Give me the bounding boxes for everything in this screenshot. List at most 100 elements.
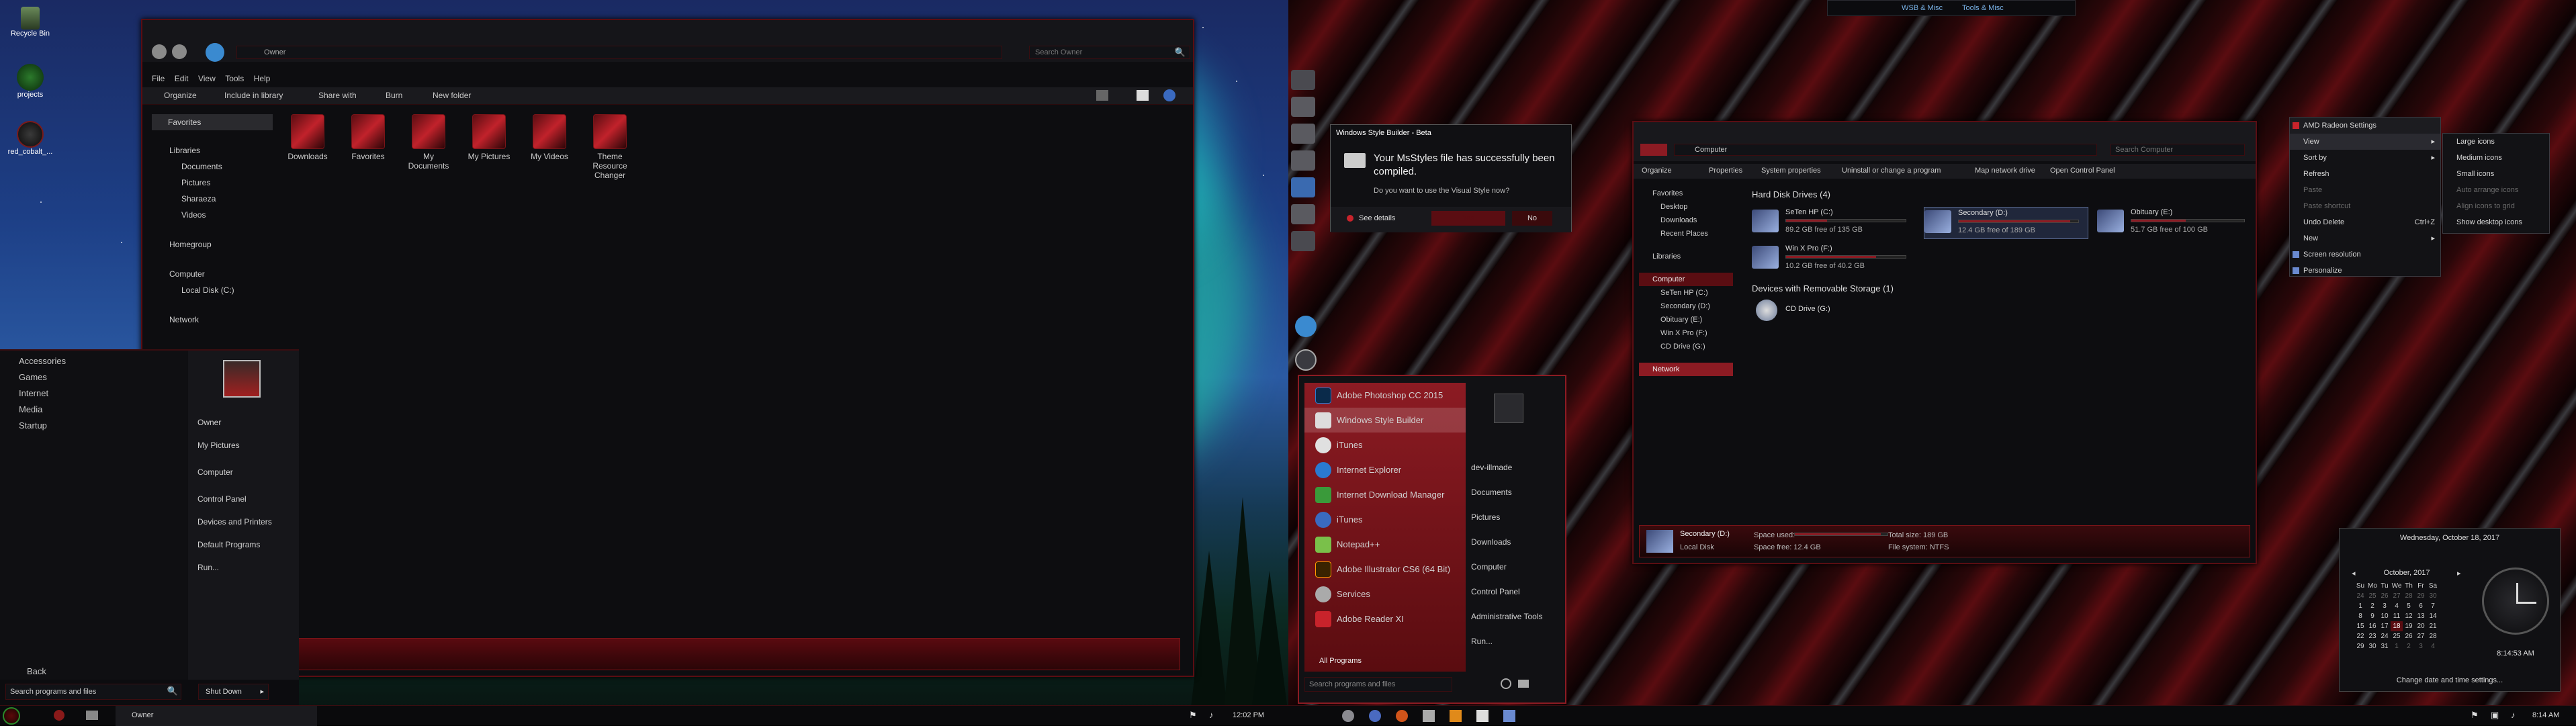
calendar-day[interactable]: 2 [2366, 601, 2379, 611]
calendar-month[interactable]: October, 2017 [2360, 569, 2454, 577]
up-button[interactable] [206, 43, 224, 62]
menu-help[interactable]: Help [254, 74, 277, 83]
calendar-day[interactable]: 23 [2366, 631, 2379, 641]
calendar-day[interactable]: 12 [2403, 611, 2415, 621]
calendar-day[interactable]: 27 [2391, 591, 2403, 601]
network-icon[interactable]: ⚑ [1189, 710, 1197, 721]
taskbar-button-owner[interactable]: Owner [116, 706, 317, 726]
ctx-amd-settings[interactable]: AMD Radeon Settings [2290, 118, 2440, 134]
calendar-day[interactable]: 7 [2427, 601, 2439, 611]
organize-button[interactable]: Organize [1642, 167, 1672, 175]
expand-details-icon[interactable] [1347, 215, 1353, 222]
calendar-day[interactable]: 21 [2427, 621, 2439, 631]
address-bar[interactable]: Owner [236, 46, 1002, 59]
nav-computer[interactable]: Computer [152, 266, 273, 282]
calendar-day[interactable]: 15 [2354, 621, 2366, 631]
program-idm[interactable]: Internet Download Manager [1304, 482, 1466, 507]
calendar-day[interactable]: 2 [2403, 641, 2415, 651]
nav-pictures[interactable]: Pictures [152, 175, 273, 191]
properties-button[interactable]: Properties [1709, 167, 1742, 175]
calendar-day[interactable]: 28 [2427, 631, 2439, 641]
link-devices-printers[interactable]: Devices and Printers [197, 510, 272, 533]
address-bar[interactable]: Computer [1674, 144, 2097, 156]
calendar-day[interactable]: 25 [2391, 631, 2403, 641]
new-folder-button[interactable]: New folder [425, 87, 479, 103]
help-icon[interactable] [1163, 89, 1175, 101]
calendar-day[interactable]: 1 [2354, 601, 2366, 611]
taskbar-icon[interactable] [1369, 710, 1381, 722]
user-avatar[interactable] [1494, 394, 1523, 423]
link-my-pictures[interactable]: My Pictures [197, 434, 272, 457]
shutdown-options-icon[interactable] [1518, 680, 1529, 688]
calendar-day[interactable]: 29 [2354, 641, 2366, 651]
program-photoshop[interactable]: Adobe Photoshop CC 2015 [1304, 383, 1466, 408]
program-services[interactable]: Services [1304, 582, 1466, 606]
share-with-button[interactable]: Share with [310, 87, 365, 103]
drive-tile-d[interactable]: Secondary (D:) 12.4 GB free of 189 GB [1924, 207, 2088, 239]
see-details-link[interactable]: See details [1359, 214, 1395, 222]
calendar-day[interactable]: 4 [2427, 641, 2439, 651]
clock[interactable]: 8:14 AM [2532, 711, 2559, 719]
calendar-day[interactable]: 27 [2415, 631, 2427, 641]
nav-drive-g[interactable]: CD Drive (G:) [1639, 340, 1733, 353]
volume-icon[interactable]: ♪ [2511, 710, 2516, 720]
calendar-day[interactable]: 18 [2391, 621, 2403, 631]
calendar-day[interactable]: 5 [2403, 601, 2415, 611]
search-icon[interactable]: 🔍 [1175, 47, 1186, 58]
program-adobe-reader[interactable]: Adobe Reader XI [1304, 606, 1466, 631]
calendar-day[interactable]: 16 [2366, 621, 2379, 631]
style-builder-dialog[interactable]: Windows Style Builder - Beta Your MsStyl… [1330, 124, 1572, 232]
drive-tile-f[interactable]: Win X Pro (F:) 10.2 GB free of 40.2 GB [1752, 243, 1920, 275]
nav-downloads[interactable]: Downloads [1639, 214, 1733, 227]
search-box[interactable]: Search Computer [2111, 144, 2245, 156]
chrome-icon[interactable] [54, 710, 64, 721]
link-pictures[interactable]: Pictures [1471, 505, 1543, 530]
nav-desktop[interactable]: Desktop [1639, 200, 1733, 214]
calendar-day[interactable]: 10 [2379, 611, 2391, 621]
calendar-day[interactable]: 22 [2354, 631, 2366, 641]
program-games[interactable]: Games [0, 369, 188, 385]
link-run[interactable]: Run... [1471, 629, 1543, 654]
menu-view[interactable]: View [198, 74, 222, 83]
ctx-personalize[interactable]: Personalize [2290, 263, 2440, 279]
ctx-screen-resolution[interactable]: Screen resolution [2290, 246, 2440, 263]
desktop-icon-projects[interactable]: projects [7, 64, 54, 99]
view-options-icon[interactable] [1096, 90, 1108, 101]
nav-homegroup[interactable]: Homegroup [152, 236, 273, 253]
open-control-panel-button[interactable]: Open Control Panel [2050, 167, 2115, 175]
submenu-align-to-grid[interactable]: Align icons to grid [2443, 198, 2549, 214]
start-orb[interactable] [3, 707, 20, 725]
ctx-sort-by[interactable]: Sort by ▸ [2290, 150, 2440, 166]
taskbar-icon[interactable] [1396, 710, 1408, 722]
calendar-day[interactable]: 11 [2391, 611, 2403, 621]
taskbar-icon[interactable] [1503, 710, 1515, 722]
calendar-day[interactable]: 29 [2415, 591, 2427, 601]
program-accessories[interactable]: Accessories [0, 351, 188, 369]
computer-window[interactable]: Computer Search Computer Organize Proper… [1632, 121, 2257, 564]
menu-tools[interactable]: Tools [225, 74, 251, 83]
taskbar-icon[interactable] [1476, 710, 1489, 722]
previous-month-icon[interactable]: ◂ [2352, 569, 2356, 578]
calendar-day[interactable]: 13 [2415, 611, 2427, 621]
shutdown-options-icon[interactable]: ▸ [260, 687, 264, 696]
submenu-medium-icons[interactable]: Medium icons [2443, 150, 2549, 166]
dock-icon[interactable] [1291, 124, 1315, 144]
flag-icon[interactable]: ⚑ [2471, 710, 2479, 721]
user-avatar[interactable] [223, 360, 261, 398]
calendar-day[interactable]: 4 [2391, 601, 2403, 611]
link-default-programs[interactable]: Default Programs [197, 533, 272, 556]
calendar-day[interactable]: 1 [2391, 641, 2403, 651]
dock-icon[interactable] [1291, 70, 1315, 90]
back-button[interactable]: Back [27, 666, 46, 676]
menu-file[interactable]: File [152, 74, 171, 83]
program-illustrator[interactable]: Adobe Illustrator CS6 (64 Bit) [1304, 557, 1466, 582]
calendar-day[interactable]: 19 [2403, 621, 2415, 631]
link-user[interactable]: dev-illmade [1471, 455, 1543, 480]
calendar-day[interactable]: 24 [2354, 591, 2366, 601]
calendar-day[interactable]: 14 [2427, 611, 2439, 621]
taskbar-icon[interactable] [1423, 710, 1435, 722]
submenu-small-icons[interactable]: Small icons [2443, 166, 2549, 182]
nav-drive-d[interactable]: Secondary (D:) [1639, 300, 1733, 313]
link-downloads[interactable]: Downloads [1471, 530, 1543, 555]
submenu-large-icons[interactable]: Large icons [2443, 134, 2549, 150]
